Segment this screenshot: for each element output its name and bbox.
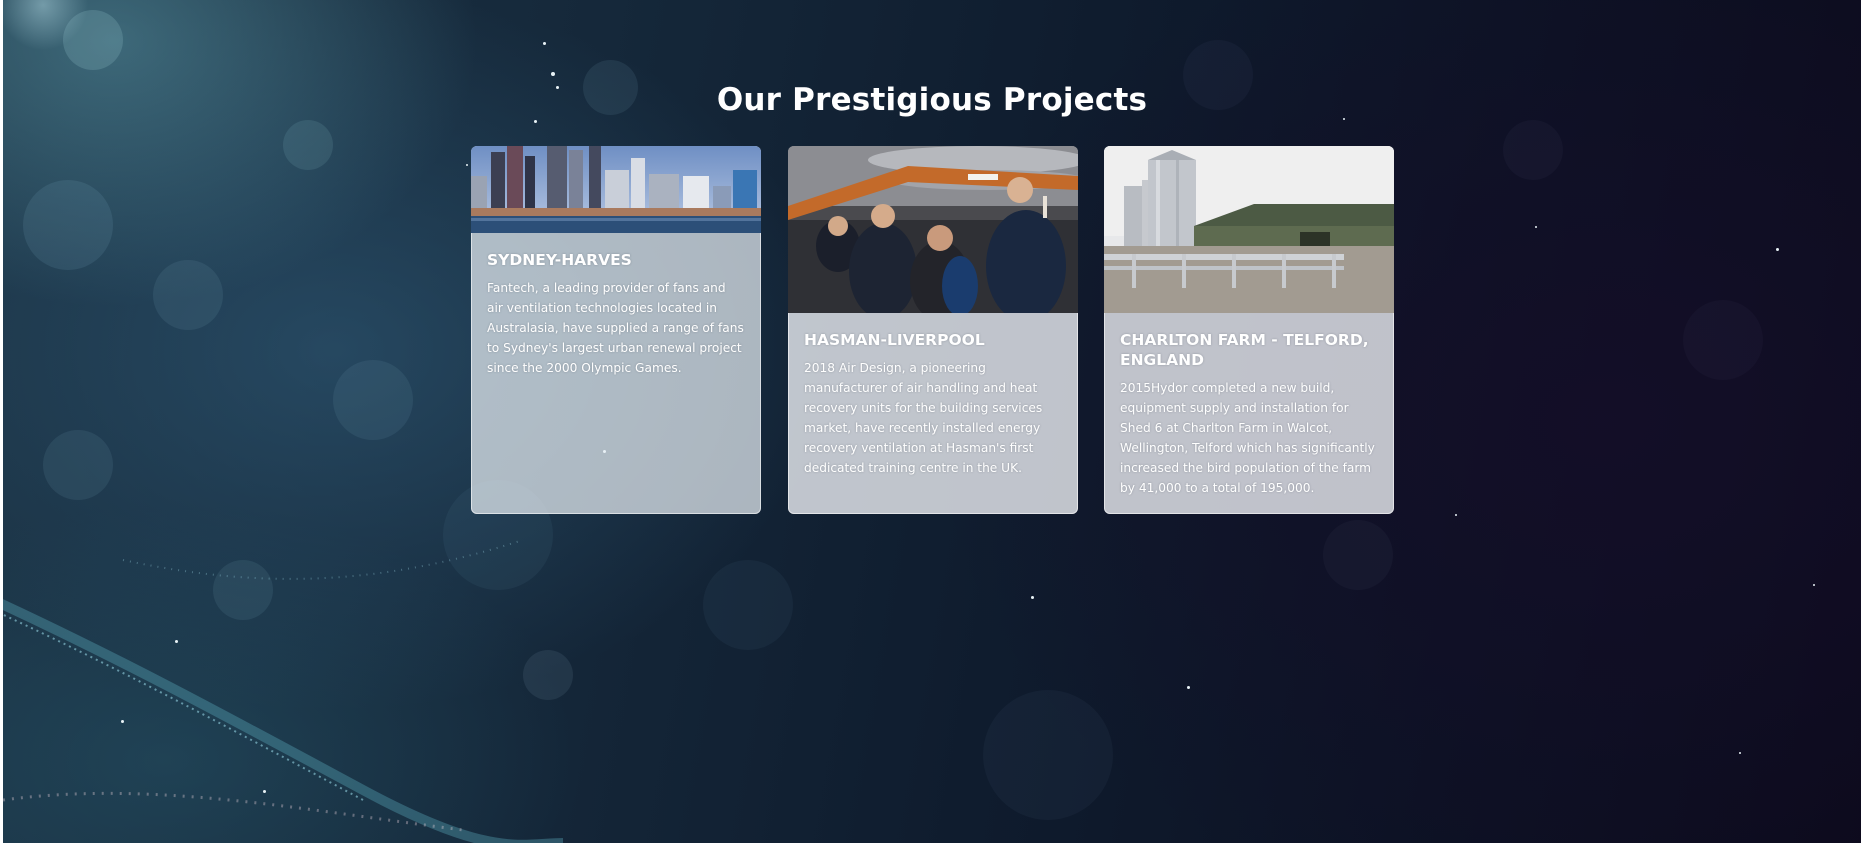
project-title: SYDNEY-HARVES xyxy=(487,251,632,269)
section-title: Our Prestigious Projects xyxy=(716,82,1148,118)
project-title: HASMAN-LIVERPOOL xyxy=(804,331,985,349)
project-image xyxy=(1104,146,1394,313)
project-description: 2015Hydor completed a new build, equipme… xyxy=(1120,381,1375,495)
project-card-charlton-farm[interactable]: CHARLTON FARM - TELFORD, ENGLAND 2015Hyd… xyxy=(1104,146,1394,514)
project-card-hasman[interactable]: HASMAN-LIVERPOOL 2018 Air Design, a pion… xyxy=(788,146,1078,514)
project-image xyxy=(788,146,1078,313)
project-description: Fantech, a leading provider of fans and … xyxy=(487,281,744,375)
project-title: CHARLTON FARM - TELFORD, ENGLAND xyxy=(1120,331,1369,369)
project-image xyxy=(471,146,761,233)
project-description: 2018 Air Design, a pioneering manufactur… xyxy=(804,361,1043,475)
projects-section: Our Prestigious Projects SYDNEY-HARVES F… xyxy=(3,0,1861,843)
project-card-sydney[interactable]: SYDNEY-HARVES Fantech, a leading provide… xyxy=(471,146,761,514)
